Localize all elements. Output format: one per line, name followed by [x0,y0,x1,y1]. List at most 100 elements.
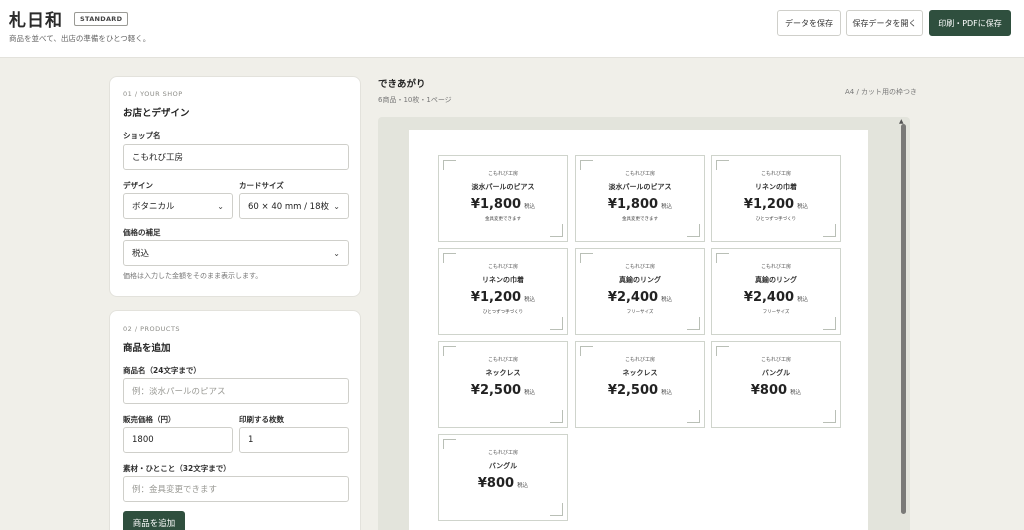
open-saved-data-button[interactable]: 保存データを開く [846,10,923,36]
crop-mark-top-left [580,160,593,170]
card-size-label: カードサイズ [239,181,284,190]
card-product-name: 真鍮のリング [755,276,797,284]
price-card: こもれび工房 ネックレス ¥2,500 税込 [575,341,705,428]
panel-title: お店とデザイン [123,108,190,119]
card-product-name: 淡水パールのピアス [471,183,535,191]
crop-mark-bottom-right [823,317,836,330]
product-name-input[interactable]: 例：淡水パールのピアス [123,378,349,404]
card-product-name: ネックレス [622,369,658,377]
price-card: こもれび工房淡水パールのピアス ¥1,800 税込金具変更できます [438,155,568,242]
price-input[interactable]: 1800 [123,427,233,453]
card-price: ¥2,400 税込 [712,290,840,305]
a4-sheet: こもれび工房 淡水パールのピアス ¥1,800 税込 金具変更できます こもれび工房 淡水パ… [409,130,868,530]
crop-mark-bottom-right [687,410,700,423]
panel-title: 商品を追加 [123,343,171,354]
preview-canvas: こもれび工房 淡水パールのピアス ¥1,800 税込 金具変更できます こもれび工房 淡水パ… [378,117,910,530]
card-tax-label: 税込 [797,204,809,210]
price-card: こもれび工房 バングル ¥800 税込 [438,434,568,521]
material-input[interactable]: 例：金具変更できます [123,476,349,502]
crop-mark-bottom-right [687,317,700,330]
shop-name-label: ショップ名 [123,131,161,140]
crop-mark-top-left [716,160,729,170]
crop-mark-bottom-right [687,224,700,237]
card-shop-name: こもれび工房 [760,171,791,177]
crop-mark-bottom-right [550,503,563,516]
print-pdf-button[interactable]: 印刷・PDFに保存 [929,10,1011,36]
card-price: ¥2,500 税込 [576,383,704,398]
app-header: 札日和 STANDARD 商品を並べて、出店の準備をひとつ軽く。 データを保存 … [0,0,1024,58]
plan-badge: STANDARD [74,12,129,26]
step-label: 01 / YOUR SHOP [123,90,183,98]
card-shop-name: こもれび工房 [487,264,518,270]
card-size-select[interactable]: 60 × 40 mm / 18枚 ⌄ [239,193,349,219]
add-product-button[interactable]: 商品を追加 [123,511,185,530]
preview-title: できあがり [378,79,426,90]
price-note-select-value: 税込 [132,249,150,259]
crop-mark-top-left [443,439,456,449]
card-price-value: ¥2,400 [743,290,795,305]
crop-mark-bottom-right [823,224,836,237]
print-count-input[interactable]: 1 [239,427,349,453]
price-card: こもれび工房 真鍮のリング ¥2,400 税込 フリーサイズ [575,248,705,335]
card-shop-name: こもれび工房 [487,450,518,456]
card-shop-name: こもれび工房 [624,171,655,177]
card-price-value: ¥2,400 [607,290,659,305]
material-label: 素材・ひとこと（32文字まで） [123,464,231,473]
price-card: こもれび工房 リネンの巾着 ¥1,200 税込ひとつずつ手づくり [711,155,841,242]
scrollbar-thumb[interactable] [901,124,906,514]
product-name-label: 商品名（24文字まで） [123,366,201,375]
scrollbar[interactable] [901,124,906,524]
price-note-select[interactable]: 税込 ⌄ [123,240,349,266]
card-price-value: ¥800 [477,476,515,491]
card-note: フリーサイズ [762,310,790,315]
card-note: ひとつずつ手づくり [755,217,797,222]
card-price: ¥1,800 税込 [439,197,567,212]
design-select[interactable]: ボタニカル ⌄ [123,193,233,219]
crop-mark-bottom-right [550,410,563,423]
card-shop-name: こもれび工房 [487,171,518,177]
card-note: 金具変更できます [485,217,521,222]
card-price-value: ¥1,800 [470,197,522,212]
app-logo: 札日和 [9,11,63,31]
card-tax-label: 税込 [661,204,673,210]
card-price: ¥1,200 税込 [439,290,567,305]
chevron-down-icon: ⌄ [333,201,340,211]
preview-summary: 6商品・10枚・1ページ [378,96,452,104]
card-price-value: ¥1,200 [743,197,795,212]
step-label: 02 / PRODUCTS [123,325,181,333]
chevron-down-icon: ⌄ [333,248,340,258]
print-count-label: 印刷する枚数 [239,415,284,424]
card-tax-label: 税込 [524,204,536,210]
crop-mark-top-left [716,253,729,263]
card-shop-name: こもれび工房 [760,264,791,270]
card-shop-name: こもれび工房 [624,357,655,363]
crop-mark-top-left [443,160,456,170]
card-product-name: リネンの巾着 [482,276,524,284]
card-product-name: 真鍮のリング [619,276,661,284]
card-price: ¥1,200 税込 [712,197,840,212]
save-data-button[interactable]: データを保存 [777,10,841,36]
card-price-value: ¥1,800 [607,197,659,212]
design-select-value: ボタニカル [132,202,175,212]
card-shop-name: こもれび工房 [760,357,791,363]
card-tax-label: 税込 [790,390,802,396]
crop-mark-top-left [443,346,456,356]
card-price-value: ¥800 [750,383,788,398]
card-price-value: ¥1,200 [470,290,522,305]
price-note-label: 価格の補足 [123,228,161,237]
card-note: ひとつずつ手づくり [482,310,524,315]
card-tax-label: 税込 [661,297,673,303]
card-price-value: ¥2,500 [470,383,522,398]
card-product-name: バングル [488,462,518,470]
crop-mark-bottom-right [550,224,563,237]
crop-mark-bottom-right [550,317,563,330]
price-card: こもれび工房 ネックレス ¥2,500 税込 [438,341,568,428]
crop-mark-top-left [580,346,593,356]
card-price-value: ¥2,500 [607,383,659,398]
card-product-name: リネンの巾着 [755,183,797,191]
card-note: フリーサイズ [626,310,654,315]
shop-name-input[interactable]: こもれび工房 [123,144,349,170]
card-price: ¥1,800 税込 [576,197,704,212]
chevron-down-icon: ⌄ [217,201,224,211]
card-tax-label: 税込 [797,297,809,303]
